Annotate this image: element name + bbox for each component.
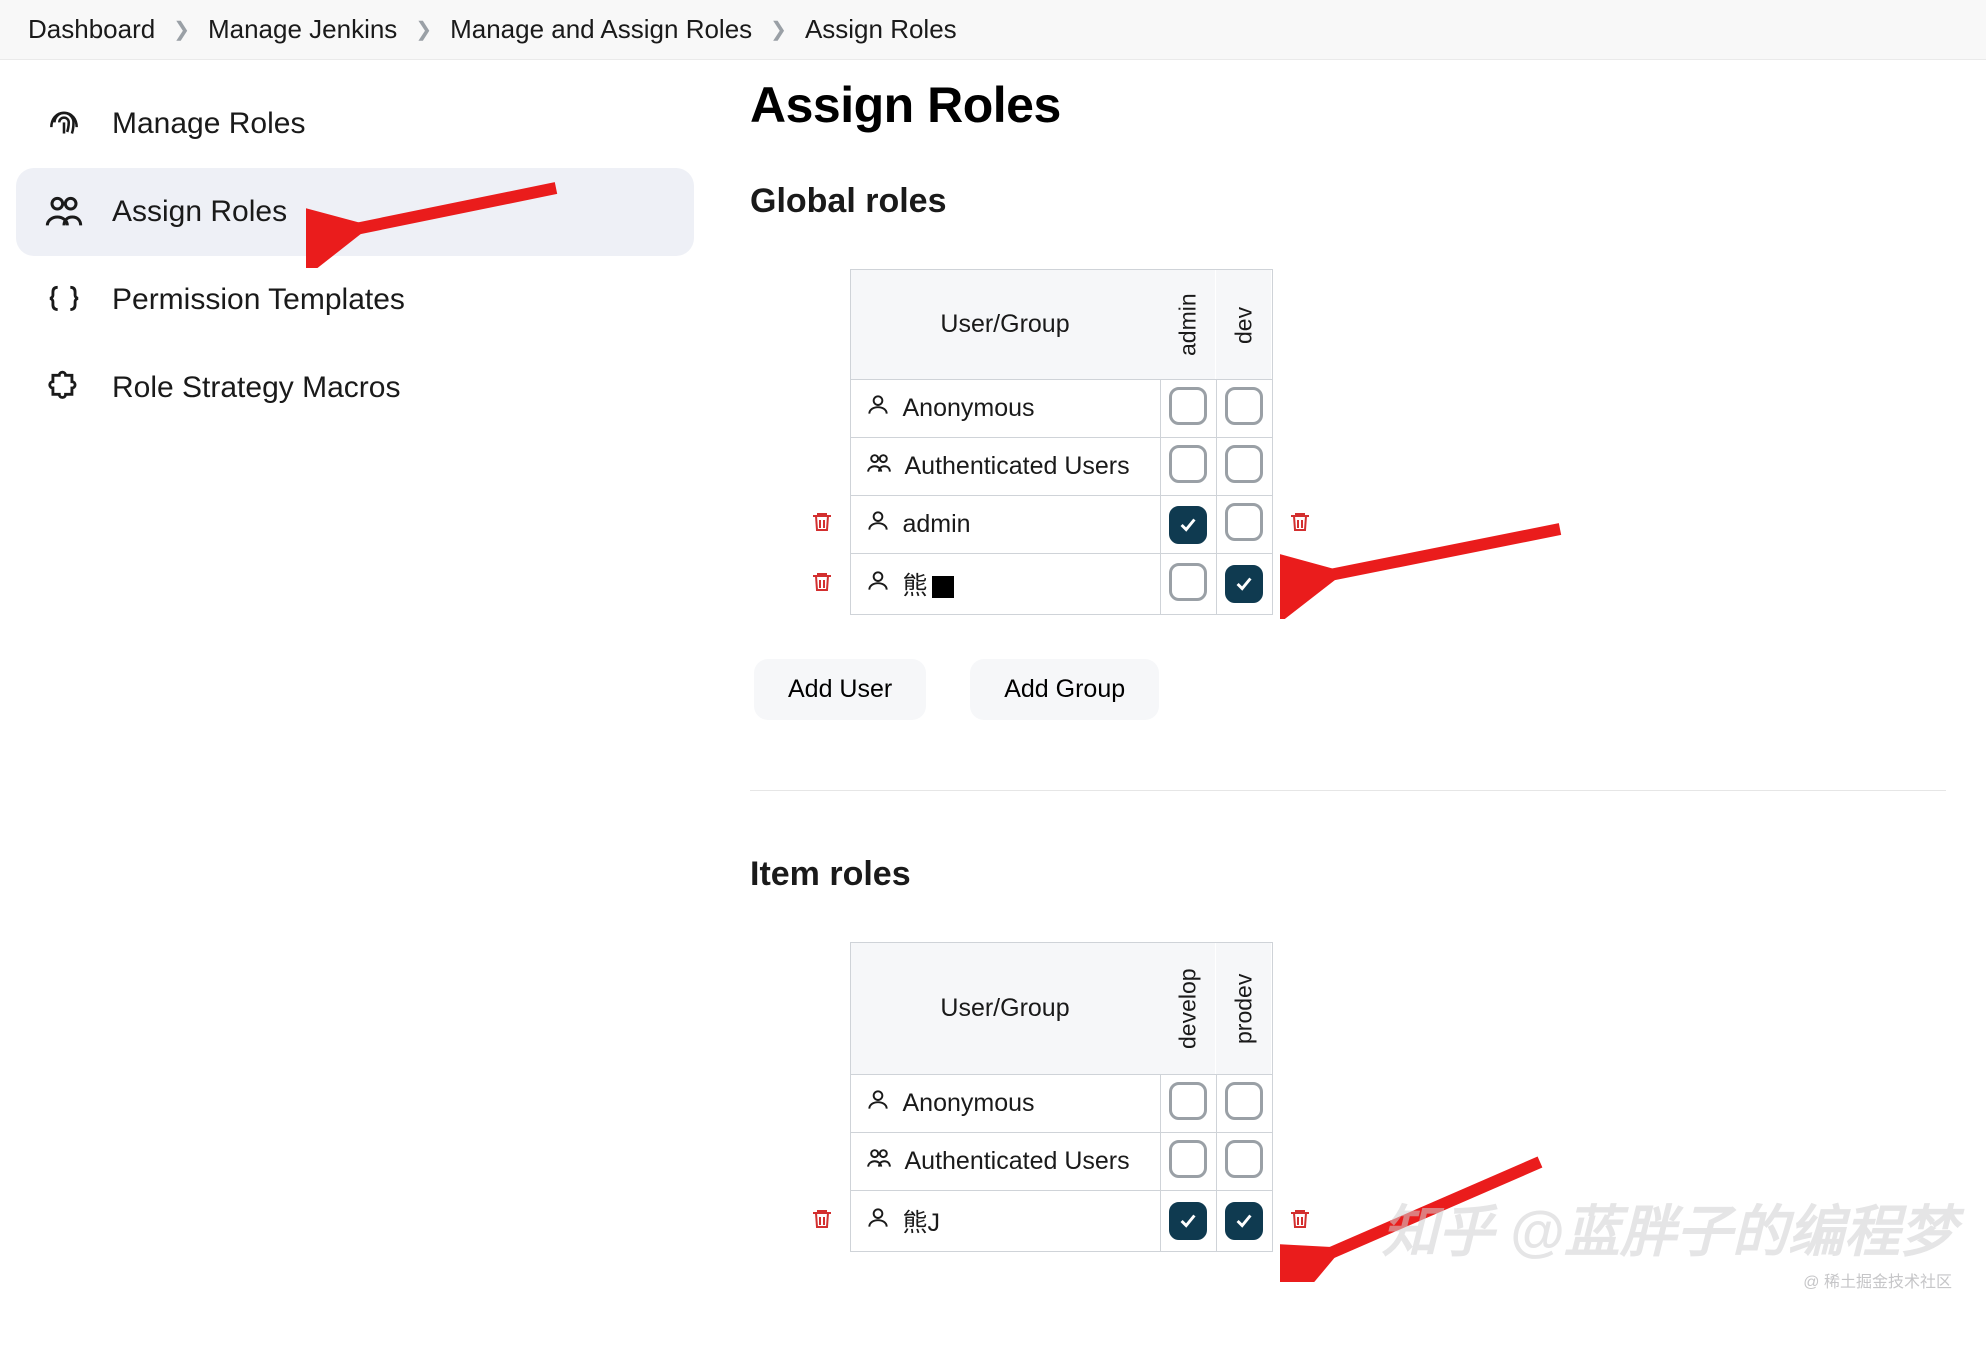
- chevron-right-icon: ❯: [770, 17, 787, 42]
- sidebar-item-permission-templates[interactable]: Permission Templates: [16, 256, 694, 344]
- user-name: Authenticated Users: [905, 452, 1130, 481]
- breadcrumb: Dashboard ❯ Manage Jenkins ❯ Manage and …: [0, 0, 1986, 60]
- global-roles-table: User/Group admin dev Anonymous Au: [794, 269, 1328, 615]
- trash-icon[interactable]: [1288, 521, 1312, 538]
- user-name: Anonymous: [903, 1089, 1035, 1118]
- page-title: Assign Roles: [750, 76, 1946, 134]
- user-name: Authenticated Users: [905, 1147, 1130, 1176]
- role-checkbox[interactable]: [1225, 387, 1263, 425]
- role-checkbox[interactable]: [1225, 503, 1263, 541]
- sidebar-item-label: Role Strategy Macros: [112, 371, 400, 405]
- redacted-block: [932, 576, 954, 598]
- column-header-role-admin: admin: [1160, 270, 1216, 380]
- braces-icon: [44, 280, 84, 320]
- table-row: admin: [794, 496, 1328, 554]
- role-checkbox[interactable]: [1225, 1202, 1263, 1240]
- user-icon: [865, 1205, 891, 1238]
- fingerprint-icon: [44, 104, 84, 144]
- role-checkbox[interactable]: [1169, 445, 1207, 483]
- group-icon: [865, 450, 893, 483]
- sidebar: Manage Roles Assign Roles: [0, 60, 710, 1372]
- sidebar-item-label: Permission Templates: [112, 283, 405, 317]
- breadcrumb-item-assign-roles[interactable]: Assign Roles: [805, 14, 957, 45]
- role-checkbox[interactable]: [1225, 1082, 1263, 1120]
- trash-icon[interactable]: [1288, 1218, 1312, 1235]
- trash-icon[interactable]: [1288, 581, 1312, 598]
- group-icon: [865, 1145, 893, 1178]
- table-row: Authenticated Users: [794, 1133, 1328, 1191]
- sidebar-item-role-strategy-macros[interactable]: Role Strategy Macros: [16, 344, 694, 432]
- column-header-role-dev: dev: [1216, 270, 1272, 380]
- breadcrumb-item-manage-assign-roles[interactable]: Manage and Assign Roles: [450, 14, 752, 45]
- section-divider: [750, 790, 1946, 791]
- user-icon: [865, 508, 891, 541]
- role-checkbox[interactable]: [1169, 1202, 1207, 1240]
- red-arrow-annotation: [306, 178, 566, 268]
- trash-icon[interactable]: [810, 581, 834, 598]
- breadcrumb-item-manage-jenkins[interactable]: Manage Jenkins: [208, 14, 397, 45]
- item-roles-table: User/Group develop prodev Anonymous: [794, 942, 1328, 1252]
- table-row: Anonymous: [794, 1075, 1328, 1133]
- column-header-role-develop: develop: [1160, 943, 1216, 1075]
- user-name: 熊: [903, 566, 954, 602]
- trash-icon[interactable]: [810, 1218, 834, 1235]
- people-icon: [44, 192, 84, 232]
- add-user-button[interactable]: Add User: [754, 659, 926, 720]
- role-checkbox[interactable]: [1169, 387, 1207, 425]
- table-row: 熊J: [794, 1191, 1328, 1252]
- sidebar-item-label: Manage Roles: [112, 107, 305, 141]
- role-checkbox[interactable]: [1225, 445, 1263, 483]
- table-row: Authenticated Users: [794, 438, 1328, 496]
- user-icon: [865, 392, 891, 425]
- sidebar-item-manage-roles[interactable]: Manage Roles: [16, 80, 694, 168]
- role-checkbox[interactable]: [1169, 506, 1207, 544]
- column-header-usergroup: User/Group: [850, 270, 1160, 380]
- role-checkbox[interactable]: [1169, 1140, 1207, 1178]
- breadcrumb-item-dashboard[interactable]: Dashboard: [28, 14, 155, 45]
- role-checkbox[interactable]: [1169, 563, 1207, 601]
- user-name: Anonymous: [903, 394, 1035, 423]
- column-header-usergroup: User/Group: [850, 943, 1160, 1075]
- role-checkbox[interactable]: [1225, 565, 1263, 603]
- trash-icon[interactable]: [810, 521, 834, 538]
- extension-icon: [44, 368, 84, 408]
- sidebar-item-label: Assign Roles: [112, 195, 287, 229]
- role-checkbox[interactable]: [1169, 1082, 1207, 1120]
- user-icon: [865, 568, 891, 601]
- chevron-right-icon: ❯: [173, 17, 190, 42]
- chevron-right-icon: ❯: [415, 17, 432, 42]
- sidebar-item-assign-roles[interactable]: Assign Roles: [16, 168, 694, 256]
- user-icon: [865, 1087, 891, 1120]
- user-name: admin: [903, 510, 971, 539]
- role-checkbox[interactable]: [1225, 1140, 1263, 1178]
- section-title-item-roles: Item roles: [750, 855, 1946, 894]
- user-name: 熊J: [903, 1203, 941, 1239]
- table-row: 熊: [794, 554, 1328, 615]
- section-title-global-roles: Global roles: [750, 182, 1946, 221]
- table-row: Anonymous: [794, 380, 1328, 438]
- add-group-button[interactable]: Add Group: [970, 659, 1159, 720]
- column-header-role-prodev: prodev: [1216, 943, 1272, 1075]
- main-content: Assign Roles Global roles User/Group adm…: [710, 60, 1986, 1372]
